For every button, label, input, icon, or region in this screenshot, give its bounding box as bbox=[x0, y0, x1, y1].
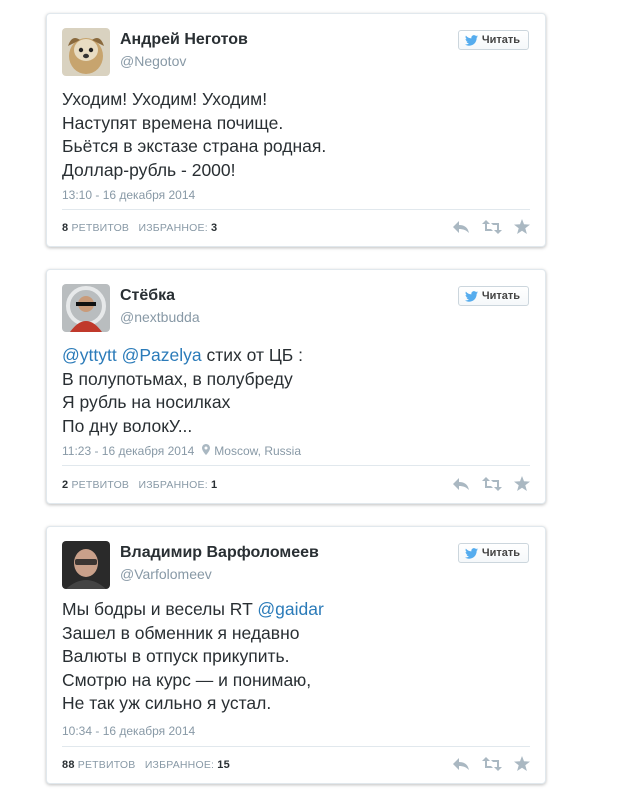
tweet-meta: 10:34 - 16 декабря 2014 bbox=[62, 724, 195, 738]
tweet-text: Мы бодры и веселы RT @gaidar Зашел в обм… bbox=[62, 598, 530, 716]
mention-link[interactable]: @gaidar bbox=[257, 599, 323, 619]
retweet-count[interactable]: 2 bbox=[62, 479, 68, 491]
tweet-line: Валюты в отпуск прикупить. bbox=[62, 646, 290, 666]
favorite-count[interactable]: 1 bbox=[211, 479, 217, 491]
tweet-line: Зашел в обменник я недавно bbox=[62, 622, 300, 643]
follow-label: Читать bbox=[481, 290, 520, 302]
divider bbox=[62, 746, 530, 747]
timestamp[interactable]: 11:23 - 16 декабря 2014 bbox=[62, 444, 194, 458]
follow-button[interactable]: Читать bbox=[457, 286, 529, 306]
tweet-actions bbox=[452, 476, 530, 491]
user-handle[interactable]: @nextbudda bbox=[120, 309, 200, 325]
reply-icon[interactable] bbox=[452, 477, 470, 491]
user-handle[interactable]: @Varfolomeev bbox=[120, 566, 212, 582]
mention-link[interactable]: @Pazelya bbox=[122, 345, 202, 365]
tweet-actions bbox=[452, 756, 530, 771]
retweets-label: ретвитов bbox=[71, 222, 130, 234]
tweet-text: @yttytt @Pazelya стих от ЦБ : В полупоть… bbox=[62, 344, 530, 438]
avatar[interactable] bbox=[62, 28, 110, 76]
mention-link[interactable]: @yttytt bbox=[62, 345, 117, 365]
tweet-actions bbox=[452, 219, 530, 234]
user-handle[interactable]: @Negotov bbox=[120, 53, 186, 69]
tweet-stats: 88 ретвитов избранное: 15 bbox=[62, 759, 230, 771]
divider bbox=[62, 465, 530, 466]
tweet-line: Я рубль на носилках bbox=[62, 392, 231, 412]
tweet-line: Бьётся в экстазе страна родная. bbox=[62, 136, 327, 156]
retweets-label: ретвитов bbox=[71, 479, 130, 491]
retweet-icon[interactable] bbox=[482, 219, 502, 234]
tweet-line: Доллар-рубль - 2000! bbox=[62, 159, 236, 180]
favorites-label: избранное: bbox=[144, 759, 215, 771]
follow-label: Читать bbox=[481, 547, 520, 559]
tweet-line: Уходим! Уходим! Уходим! bbox=[62, 89, 268, 109]
tweet-card: Стёбка @nextbudda Читать @yttytt @Pazely… bbox=[46, 269, 546, 504]
tweet-text-fragment: стих от ЦБ : bbox=[201, 345, 304, 365]
follow-label: Читать bbox=[481, 34, 520, 46]
tweet-text-fragment: Мы бодры и веселы RT bbox=[62, 599, 258, 619]
location-pin-icon bbox=[202, 444, 211, 458]
tweet-line: В полупотьмах, в полубреду bbox=[62, 368, 293, 389]
display-name[interactable]: Андрей Неготов bbox=[120, 31, 248, 49]
favorite-count[interactable]: 3 bbox=[211, 222, 217, 234]
tweet-card: Владимир Варфоломеев @Varfolomeev Читать… bbox=[46, 526, 546, 784]
display-name[interactable]: Владимир Варфоломеев bbox=[120, 544, 319, 562]
favorites-label: избранное: bbox=[138, 222, 208, 234]
location-label: Moscow, Russia bbox=[214, 444, 301, 458]
avatar[interactable] bbox=[62, 541, 110, 589]
retweets-label: ретвитов bbox=[77, 759, 136, 771]
follow-button[interactable]: Читать bbox=[457, 543, 529, 563]
display-name[interactable]: Стёбка bbox=[120, 287, 175, 305]
tweet-meta: 13:10 - 16 декабря 2014 bbox=[62, 188, 195, 202]
tweet-line: Наступят времена почище. bbox=[62, 112, 284, 133]
tweet-stats: 2 ретвитов избранное: 1 bbox=[62, 479, 217, 491]
favorite-icon[interactable] bbox=[514, 476, 530, 491]
tweet-line: Смотрю на курс — и понимаю, bbox=[62, 669, 312, 690]
favorite-count[interactable]: 15 bbox=[217, 759, 230, 771]
reply-icon[interactable] bbox=[452, 757, 470, 771]
tweet-line: Не так уж сильно я устал. bbox=[62, 693, 272, 713]
divider bbox=[62, 209, 530, 210]
timestamp[interactable]: 13:10 - 16 декабря 2014 bbox=[62, 188, 195, 202]
favorite-icon[interactable] bbox=[514, 756, 530, 771]
retweet-count[interactable]: 8 bbox=[62, 222, 68, 234]
retweet-count[interactable]: 88 bbox=[62, 759, 75, 771]
twitter-bird-icon bbox=[464, 34, 478, 46]
avatar[interactable] bbox=[62, 284, 110, 332]
follow-button[interactable]: Читать bbox=[457, 30, 529, 50]
tweet-line: @yttytt @Pazelya стих от ЦБ : bbox=[62, 344, 530, 368]
retweet-icon[interactable] bbox=[482, 756, 502, 771]
reply-icon[interactable] bbox=[452, 220, 470, 234]
twitter-bird-icon bbox=[464, 290, 478, 302]
tweet-line: Мы бодры и веселы RT @gaidar bbox=[62, 598, 530, 622]
location[interactable]: Moscow, Russia bbox=[202, 444, 301, 458]
tweet-text: Уходим! Уходим! Уходим! Наступят времена… bbox=[62, 88, 530, 182]
retweet-icon[interactable] bbox=[482, 476, 502, 491]
favorite-icon[interactable] bbox=[514, 219, 530, 234]
tweet-line: По дну волокУ... bbox=[62, 415, 193, 436]
tweet-card: Андрей Неготов @Negotov Читать Уходим! У… bbox=[46, 13, 546, 247]
favorites-label: избранное: bbox=[138, 479, 208, 491]
timestamp[interactable]: 10:34 - 16 декабря 2014 bbox=[62, 724, 195, 738]
tweet-meta: 11:23 - 16 декабря 2014 Moscow, Russia bbox=[62, 444, 301, 458]
twitter-bird-icon bbox=[464, 547, 478, 559]
tweet-stats: 8 ретвитов избранное: 3 bbox=[62, 222, 217, 234]
